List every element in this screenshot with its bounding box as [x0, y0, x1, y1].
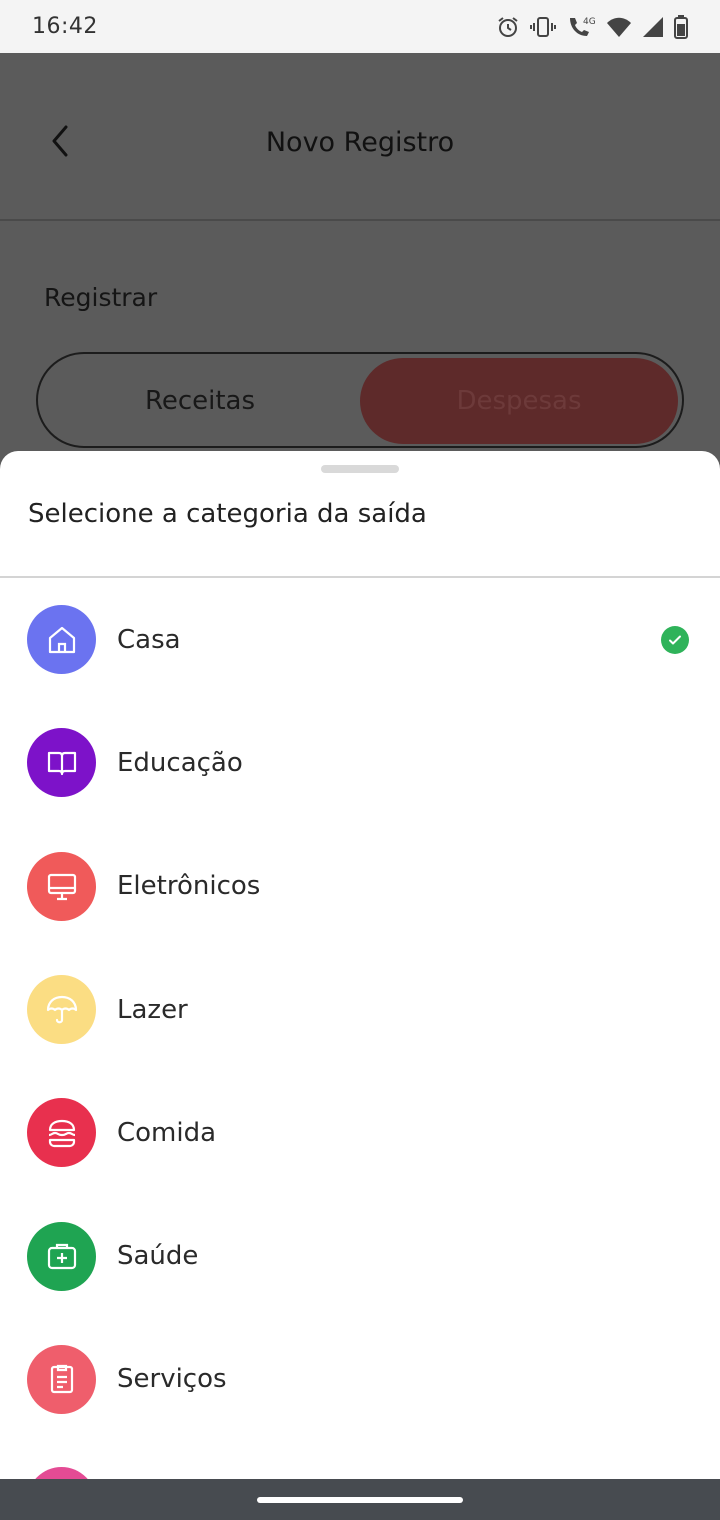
vibrate-icon: [530, 16, 556, 37]
monitor-icon: [47, 874, 76, 901]
sheet-drag-handle[interactable]: [321, 465, 399, 473]
category-label: Saúde: [117, 1241, 199, 1272]
signal-icon: [643, 16, 663, 37]
category-icon-bg: [27, 1221, 96, 1291]
home-gesture-handle[interactable]: [257, 1497, 463, 1503]
section-label: Registrar: [44, 283, 158, 312]
category-label: Lazer: [117, 994, 188, 1025]
category-label: Eletrônicos: [117, 871, 261, 902]
umbrella-icon: [46, 995, 77, 1023]
category-item-educacao[interactable]: Educação: [0, 701, 720, 824]
category-label: Comida: [117, 1117, 217, 1148]
selected-check-icon: [661, 625, 689, 654]
sheet-title: Selecione a categoria da saída: [28, 499, 427, 529]
type-segmented-control: Receitas Despesas: [36, 352, 684, 448]
network-label: 4G: [583, 17, 596, 27]
status-time: 16:42: [32, 14, 98, 39]
category-item-lazer[interactable]: Lazer: [0, 948, 720, 1071]
category-icon-bg: [27, 1098, 96, 1168]
category-item-partial[interactable]: [27, 1467, 96, 1479]
navigation-bar: [0, 1479, 720, 1520]
segment-despesas[interactable]: Despesas: [360, 358, 678, 444]
category-label: Serviços: [117, 1364, 227, 1395]
category-icon-bg: [27, 605, 96, 675]
category-item-saude[interactable]: Saúde: [0, 1194, 720, 1317]
battery-icon: [674, 14, 688, 39]
category-item-comida[interactable]: Comida: [0, 1071, 720, 1194]
status-bar: 16:42 4G: [0, 0, 720, 53]
segment-receitas[interactable]: Receitas: [42, 358, 358, 444]
category-item-casa[interactable]: Casa: [0, 578, 720, 701]
status-icons: 4G: [496, 14, 688, 40]
category-icon-bg: [27, 851, 96, 921]
category-item-servicos[interactable]: Serviços: [0, 1318, 720, 1441]
app-bar: Novo Registro: [0, 53, 720, 221]
category-bottom-sheet: Selecione a categoria da saída Casa Educ…: [0, 451, 720, 1479]
category-item-eletronicos[interactable]: Eletrônicos: [0, 825, 720, 948]
burger-icon: [48, 1119, 75, 1147]
medical-kit-icon: [47, 1244, 76, 1270]
wifi-icon: [607, 17, 631, 37]
page-title: Novo Registro: [265, 127, 455, 158]
category-label: Educação: [117, 747, 243, 778]
category-icon-bg: [27, 975, 96, 1045]
book-open-icon: [47, 751, 76, 776]
alarm-icon: [498, 16, 518, 37]
category-label: Casa: [117, 624, 181, 655]
clipboard-icon: [50, 1365, 73, 1394]
category-list: Casa Educação Eletrônicos Lazer Comida S…: [0, 578, 720, 1441]
category-icon-bg: [27, 728, 96, 798]
home-icon: [48, 626, 75, 653]
category-icon-bg: [27, 1344, 96, 1414]
wifi-call-icon: 4G: [570, 17, 596, 36]
